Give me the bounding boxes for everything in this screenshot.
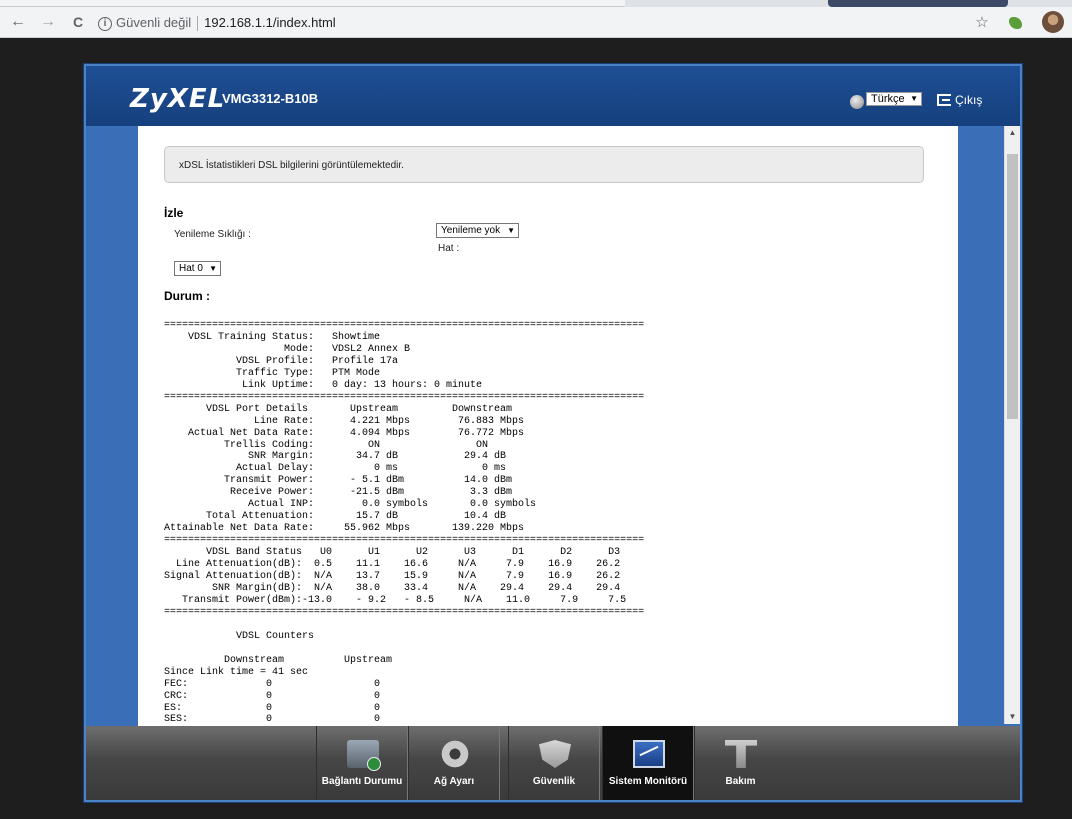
bookmark-star-icon[interactable]: ☆: [972, 13, 992, 33]
status-line: Link Uptime: 0 day: 13 hours: 0 minute: [164, 379, 483, 391]
maintenance-icon: [725, 740, 757, 768]
language-value: Türkçe: [871, 93, 905, 105]
status-line: VDSL Band Status U0 U1 U2 U3 D1 D2 D3: [164, 547, 621, 559]
info-notice: xDSL İstatistikleri DSL bilgilerini görü…: [164, 146, 924, 183]
connection-status-icon: [347, 740, 381, 771]
status-line: VDSL Counters: [164, 630, 315, 642]
refresh-frequency-select[interactable]: Yenileme yok ▼: [436, 223, 519, 238]
status-line: Transmit Power: - 5.1 dBm 14.0 dBm: [164, 475, 513, 487]
nav-system-monitor[interactable]: Sistem Monitörü: [602, 726, 694, 800]
status-line: Receive Power: -21.5 dBm 3.3 dBm: [164, 487, 513, 499]
content-scrollbar[interactable]: ▲ ▼: [1004, 126, 1020, 724]
status-line: Mode: VDSL2 Annex B: [164, 343, 411, 355]
chart-monitor-icon: [633, 740, 665, 768]
logout-link[interactable]: Çıkış: [955, 93, 982, 107]
status-line: SNR Margin(dB): N/A 38.0 33.4 N/A 29.4 2…: [164, 582, 621, 594]
dropdown-arrow-icon: ▼: [910, 94, 918, 103]
status-line: ========================================…: [164, 535, 645, 547]
globe-icon: [850, 95, 864, 109]
status-line: Since Link time = 41 sec: [164, 666, 309, 678]
nav-label: Güvenlik: [532, 776, 576, 787]
nav-label: Bakım: [725, 776, 756, 787]
status-line: ES: 0 0: [164, 702, 381, 714]
status-line: [164, 643, 944, 655]
forward-button[interactable]: →: [38, 12, 58, 32]
status-line: VDSL Training Status: Showtime: [164, 331, 381, 343]
back-button[interactable]: ←: [8, 12, 28, 32]
status-line: Total Attenuation: 15.7 dB 10.4 dB: [164, 511, 507, 523]
monitor-section-title: İzle: [164, 206, 184, 220]
status-line: ========================================…: [164, 320, 645, 331]
extension-icon[interactable]: [1006, 13, 1026, 33]
dropdown-arrow-icon: ▼: [209, 264, 217, 273]
refresh-frequency-label: Yenileme Sıklığı :: [174, 229, 251, 240]
nav-label: Ağ Ayarı: [433, 776, 475, 787]
nav-maintenance[interactable]: Bakım: [694, 726, 786, 800]
nav-label: Bağlantı Durumu: [321, 776, 403, 787]
status-line: Actual INP: 0.0 symbols 0.0 symbols: [164, 499, 537, 511]
status-line: Actual Delay: 0 ms 0 ms: [164, 463, 507, 475]
zyxel-logo: ZyXEL: [130, 84, 226, 114]
line-label: Hat :: [438, 243, 460, 254]
page-background: ZyXEL VMG3312-B10B Türkçe ▼ Çıkış xDSL İs…: [0, 38, 1072, 819]
language-select[interactable]: Türkçe ▼: [866, 92, 922, 106]
browser-tab-strip: [0, 0, 1072, 7]
nav-label: Sistem Monitörü: [608, 776, 688, 787]
line-select[interactable]: Hat 0 ▼: [174, 261, 221, 276]
scroll-down-arrow-icon[interactable]: ▼: [1005, 710, 1020, 724]
status-section-title: Durum :: [164, 289, 210, 303]
status-line: Line Rate: 4.221 Mbps 76.883 Mbps: [164, 415, 525, 427]
status-line: Line Attenuation(dB): 0.5 11.1 16.6 N/A …: [164, 559, 621, 571]
content-panel: xDSL İstatistikleri DSL bilgilerini görü…: [138, 126, 958, 726]
omnibox-divider: [197, 16, 199, 32]
scroll-thumb[interactable]: [1007, 154, 1018, 419]
status-line: SNR Margin: 34.7 dB 29.4 dB: [164, 451, 507, 463]
info-icon[interactable]: i: [98, 16, 112, 31]
nav-connection-status[interactable]: Bağlantı Durumu: [316, 726, 408, 800]
nav-security[interactable]: Güvenlik: [508, 726, 600, 800]
dsl-status-report: ========================================…: [164, 320, 944, 726]
reload-button[interactable]: C: [68, 12, 88, 32]
profile-avatar[interactable]: [1042, 11, 1064, 33]
browser-tab-secondary[interactable]: [828, 0, 1008, 7]
model-name: VMG3312-B10B: [222, 91, 319, 106]
line-value: Hat 0: [179, 263, 203, 274]
status-line: Actual Net Data Rate: 4.094 Mbps 76.772 …: [164, 427, 525, 439]
status-line: VDSL Port Details Upstream Downstream: [164, 403, 513, 415]
status-line: ========================================…: [164, 391, 645, 403]
status-line: Downstream Upstream: [164, 654, 393, 666]
status-line: SES: 0 0: [164, 714, 381, 726]
status-line: Trellis Coding: ON ON: [164, 439, 489, 451]
status-line: Transmit Power(dBm):-13.0 - 9.2 - 8.5 N/…: [164, 594, 627, 606]
shield-icon: [539, 740, 571, 768]
bottom-navigation: Bağlantı Durumu Ağ Ayarı Güvenlik Sistem…: [86, 726, 1020, 800]
refresh-frequency-value: Yenileme yok: [441, 225, 501, 236]
security-label: Güvenli değil: [116, 15, 192, 30]
status-line: CRC: 0 0: [164, 690, 381, 702]
url-text: 192.168.1.1/index.html: [204, 15, 336, 30]
router-header: ZyXEL VMG3312-B10B Türkçe ▼ Çıkış: [86, 66, 1020, 126]
status-line: FEC: 0 0: [164, 678, 381, 690]
address-bar[interactable]: i Güvenli değil 192.168.1.1/index.html: [98, 11, 958, 34]
dropdown-arrow-icon: ▼: [507, 226, 515, 235]
nav-network-setting[interactable]: Ağ Ayarı: [408, 726, 500, 800]
status-line: ========================================…: [164, 606, 645, 618]
status-line: Signal Attenuation(dB): N/A 13.7 15.9 N/…: [164, 571, 621, 583]
router-frame: ZyXEL VMG3312-B10B Türkçe ▼ Çıkış xDSL İs…: [84, 64, 1022, 802]
logout-icon[interactable]: [937, 94, 951, 106]
scroll-up-arrow-icon[interactable]: ▲: [1005, 126, 1020, 140]
status-line: VDSL Profile: Profile 17a: [164, 355, 399, 367]
status-line: Attainable Net Data Rate: 55.962 Mbps 13…: [164, 523, 525, 535]
status-line: Traffic Type: PTM Mode: [164, 367, 381, 379]
browser-toolbar: ← → C i Güvenli değil 192.168.1.1/index.ht…: [0, 7, 1072, 38]
gear-icon: [439, 740, 471, 768]
status-line: [164, 619, 944, 631]
browser-tab[interactable]: [0, 0, 625, 7]
